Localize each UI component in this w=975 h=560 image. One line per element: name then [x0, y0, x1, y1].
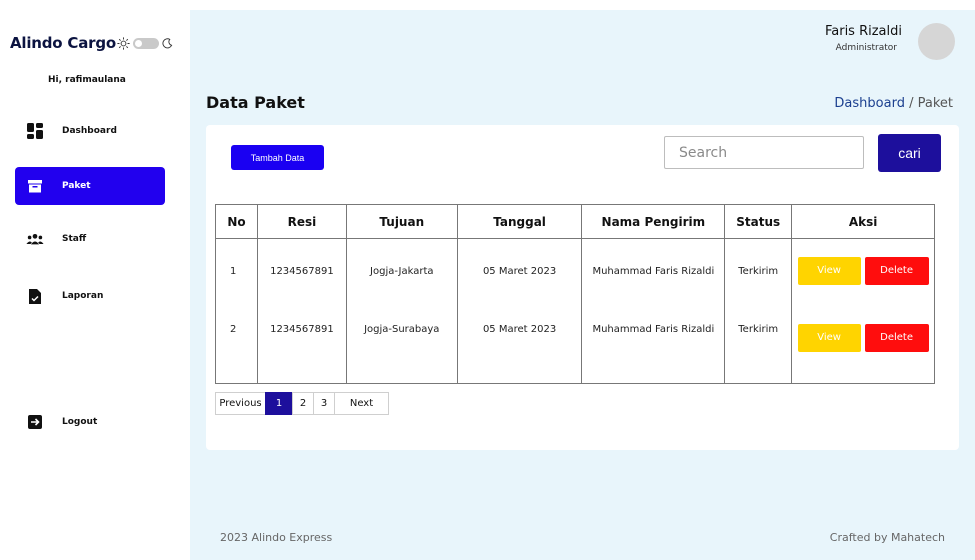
pagination-next[interactable]: Next — [334, 392, 389, 415]
main-content: Faris Rizaldi Administrator Data Paket D… — [190, 10, 975, 560]
column-header-tujuan: Tujuan — [345, 204, 458, 239]
pagination-previous[interactable]: Previous — [215, 392, 266, 415]
view-button[interactable]: View — [797, 323, 861, 352]
user-name: Faris Rizaldi — [824, 24, 902, 39]
column-header-resi: Resi — [256, 204, 347, 239]
cell-nama-pengirim: Muhammad Faris Rizaldi — [581, 238, 726, 304]
add-data-button[interactable]: Tambah Data — [231, 145, 324, 170]
delete-button[interactable]: Delete — [864, 323, 929, 352]
cell-status: Terkirim — [724, 238, 793, 304]
avatar[interactable] — [918, 23, 955, 60]
sidebar: Alindo Cargo Hi, rafimaulana Dashboard P… — [0, 0, 190, 560]
sidebar-item-label: Paket — [62, 181, 91, 191]
sidebar-item-logout[interactable]: Logout — [15, 403, 165, 441]
search-input[interactable] — [664, 136, 864, 169]
breadcrumb-separator: / — [904, 96, 918, 111]
cell-resi: 1234567891 — [256, 303, 347, 384]
document-icon — [26, 287, 44, 305]
moon-icon — [162, 38, 173, 49]
column-header-status: Status — [724, 204, 793, 239]
footer-credit: Crafted by Mahatech — [829, 531, 945, 544]
view-button[interactable]: View — [797, 257, 861, 286]
pagination: Previous 1 2 3 Next — [215, 392, 389, 415]
table-header-row: No Resi Tujuan Tanggal Nama Pengirim Sta… — [215, 204, 935, 239]
sidebar-item-paket[interactable]: Paket — [15, 167, 165, 205]
brand-name: Alindo Cargo — [10, 34, 117, 52]
cell-aksi: View Delete — [791, 238, 935, 304]
cell-tujuan: Jogja-Jakarta — [345, 238, 458, 304]
cell-aksi: View Delete — [791, 303, 935, 384]
table-row: 1 1234567891 Jogja-Jakarta 05 Maret 2023… — [215, 238, 935, 304]
sidebar-item-label: Laporan — [62, 291, 104, 301]
greeting-text: Hi, rafimaulana — [48, 75, 126, 85]
logout-icon — [26, 413, 44, 431]
pagination-page-3[interactable]: 3 — [313, 392, 335, 415]
sidebar-item-label: Dashboard — [62, 126, 117, 136]
cell-tujuan: Jogja-Surabaya — [345, 303, 458, 384]
search-button[interactable]: cari — [878, 134, 941, 172]
sidebar-item-dashboard[interactable]: Dashboard — [15, 112, 165, 150]
dashboard-icon — [26, 122, 44, 140]
app-root: Alindo Cargo Hi, rafimaulana Dashboard P… — [0, 0, 975, 560]
breadcrumb-dashboard-link[interactable]: Dashboard — [834, 96, 905, 111]
sidebar-item-label: Staff — [62, 234, 87, 244]
column-header-nama-pengirim: Nama Pengirim — [581, 204, 726, 239]
sidebar-item-label: Logout — [62, 417, 98, 427]
cell-tanggal: 05 Maret 2023 — [456, 238, 583, 304]
cell-tanggal: 05 Maret 2023 — [456, 303, 583, 384]
breadcrumb: Dashboard / Paket — [834, 96, 953, 111]
sidebar-item-laporan[interactable]: Laporan — [15, 277, 165, 315]
cell-resi: 1234567891 — [256, 238, 347, 304]
table-row: 2 1234567891 Jogja-Surabaya 05 Maret 202… — [215, 303, 935, 384]
package-table: No Resi Tujuan Tanggal Nama Pengirim Sta… — [215, 204, 935, 384]
cell-no: 2 — [215, 303, 258, 384]
package-icon — [26, 177, 44, 195]
breadcrumb-current: Paket — [917, 96, 953, 111]
user-role: Administrator — [835, 43, 897, 53]
column-header-no: No — [215, 204, 258, 239]
column-header-tanggal: Tanggal — [456, 204, 583, 239]
switch-knob — [135, 40, 142, 47]
cell-status: Terkirim — [724, 303, 793, 384]
cell-nama-pengirim: Muhammad Faris Rizaldi — [581, 303, 726, 384]
pagination-page-1[interactable]: 1 — [265, 392, 293, 415]
delete-button[interactable]: Delete — [864, 257, 929, 286]
cell-no: 1 — [215, 238, 258, 304]
footer-copyright: 2023 Alindo Express — [220, 531, 333, 544]
theme-toggle[interactable] — [117, 37, 173, 50]
page-title: Data Paket — [206, 93, 305, 112]
pagination-page-2[interactable]: 2 — [292, 392, 314, 415]
users-icon — [26, 230, 44, 248]
sun-icon — [117, 37, 130, 50]
theme-switch[interactable] — [133, 38, 159, 49]
sidebar-item-staff[interactable]: Staff — [15, 220, 165, 258]
column-header-aksi: Aksi — [791, 204, 935, 239]
